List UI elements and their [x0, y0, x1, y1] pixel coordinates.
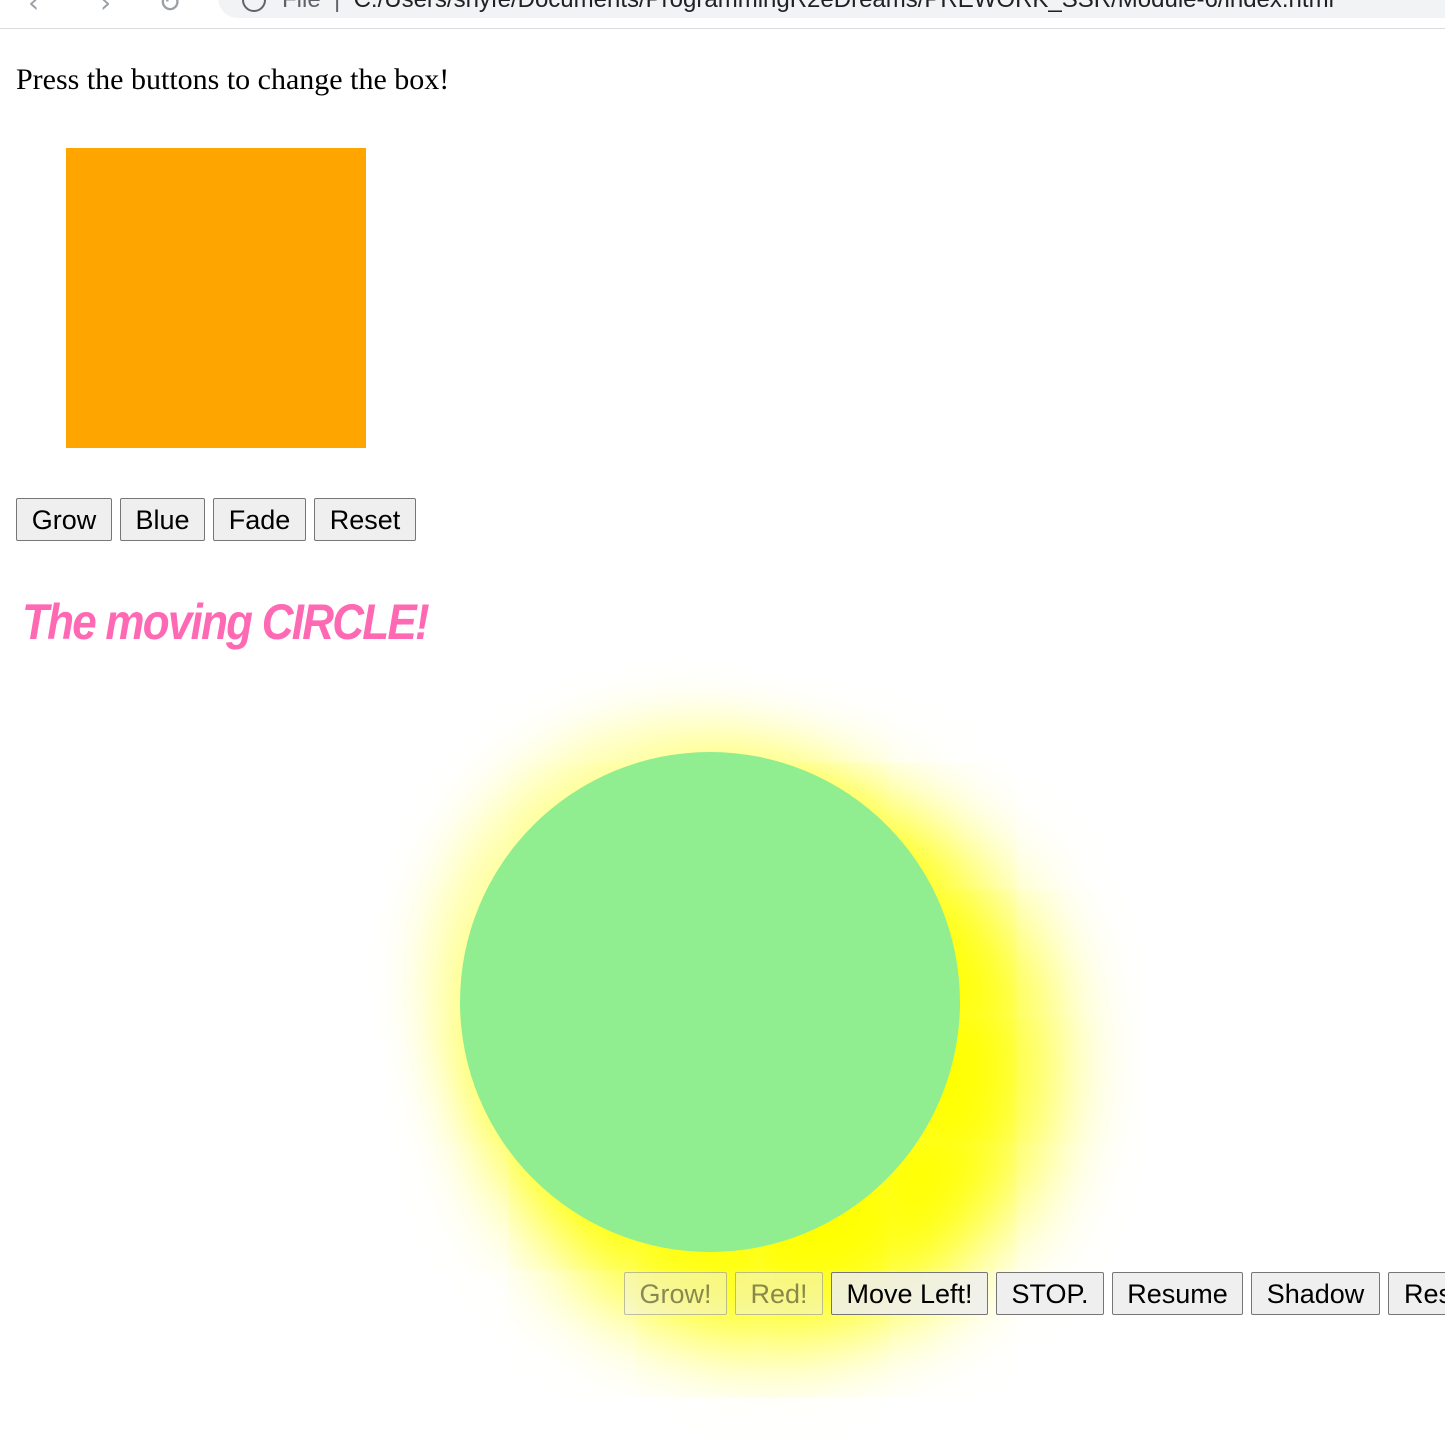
fade-button[interactable]: Fade [213, 498, 306, 541]
grow-button[interactable]: Grow [16, 498, 112, 541]
reload-icon[interactable]: ↻ [158, 0, 181, 19]
circle-title: The moving CIRCLE! [22, 594, 430, 650]
instruction-text: Press the buttons to change the box! [16, 63, 450, 96]
address-prefix: File [282, 0, 321, 13]
shadow-button[interactable]: Shadow [1251, 1272, 1380, 1315]
circle-grow-button[interactable]: Grow! [624, 1272, 727, 1315]
forward-arrow-icon[interactable]: › [100, 0, 111, 19]
resume-button[interactable]: Resume [1112, 1272, 1243, 1315]
stop-button[interactable]: STOP. [996, 1272, 1104, 1315]
move-left-button[interactable]: Move Left! [831, 1272, 988, 1315]
reset-button[interactable]: Reset [314, 498, 416, 541]
address-text[interactable]: File | C:/Users/shyfe/Documents/Programm… [282, 0, 1334, 14]
back-arrow-icon[interactable]: ‹ [28, 0, 39, 19]
box [66, 148, 366, 448]
moving-circle [460, 752, 960, 1252]
circle-reset-button[interactable]: Reset [1388, 1272, 1445, 1315]
blue-button[interactable]: Blue [120, 498, 205, 541]
browser-toolbar: ‹ › ↻ File | C:/Users/shyfe/Documents/Pr… [0, 0, 1445, 29]
circle-red-button[interactable]: Red! [735, 1272, 823, 1315]
address-url: C:/Users/shyfe/Documents/ProgrammingR2eD… [354, 0, 1334, 13]
